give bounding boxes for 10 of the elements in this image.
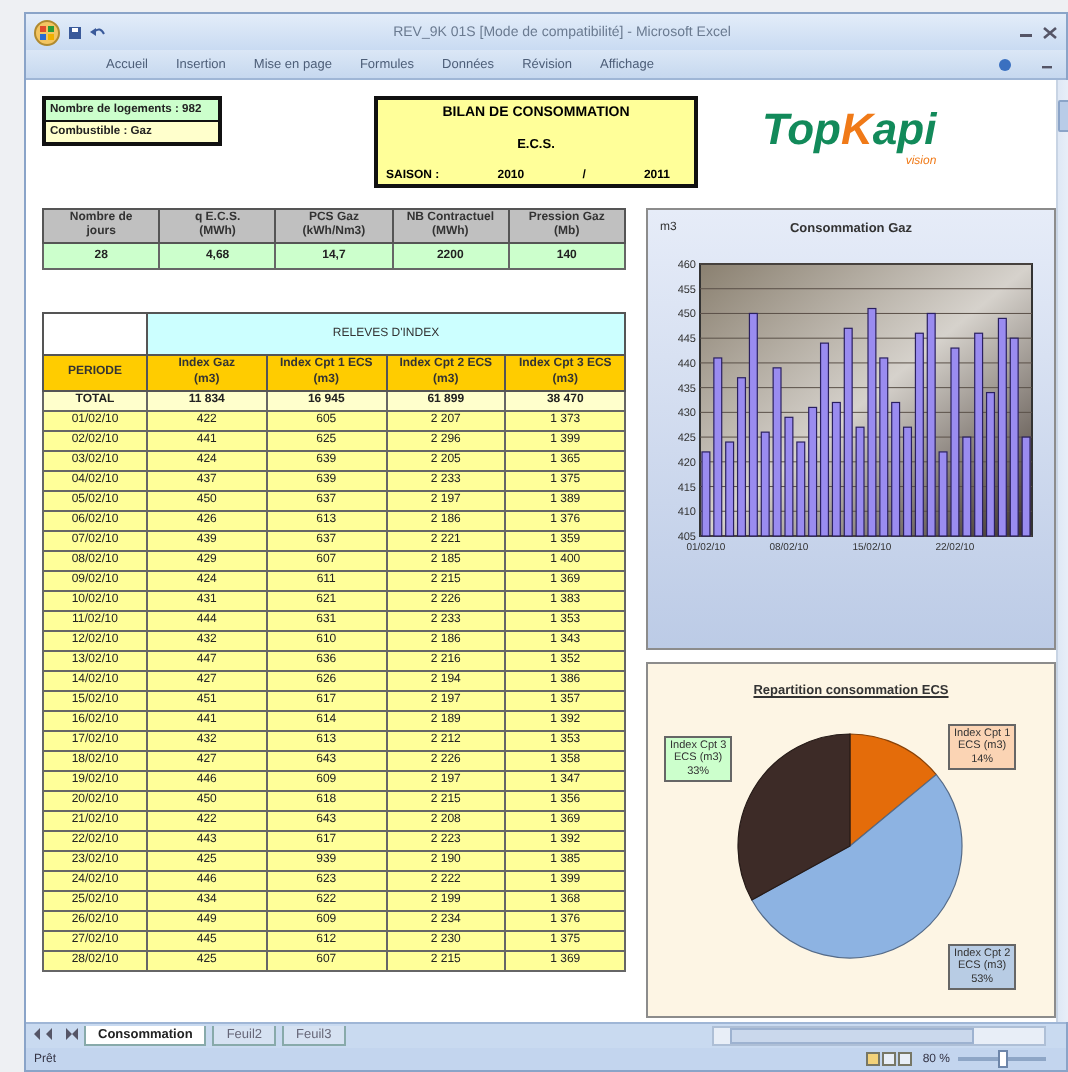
logo-wordmark: TopKapi: [762, 108, 937, 152]
horizontal-scrollbar[interactable]: [712, 1026, 1046, 1046]
office-logo-icon[interactable]: [34, 19, 60, 45]
sheet-nav-icon[interactable]: [34, 1028, 78, 1044]
zoom-slider-thumb[interactable]: [998, 1050, 1008, 1068]
help-icon[interactable]: [998, 57, 1012, 71]
page-view-icon[interactable]: [866, 1052, 915, 1066]
close-icon[interactable]: [1042, 25, 1058, 39]
undo-icon[interactable]: [90, 25, 106, 39]
save-icon[interactable]: [68, 25, 82, 39]
